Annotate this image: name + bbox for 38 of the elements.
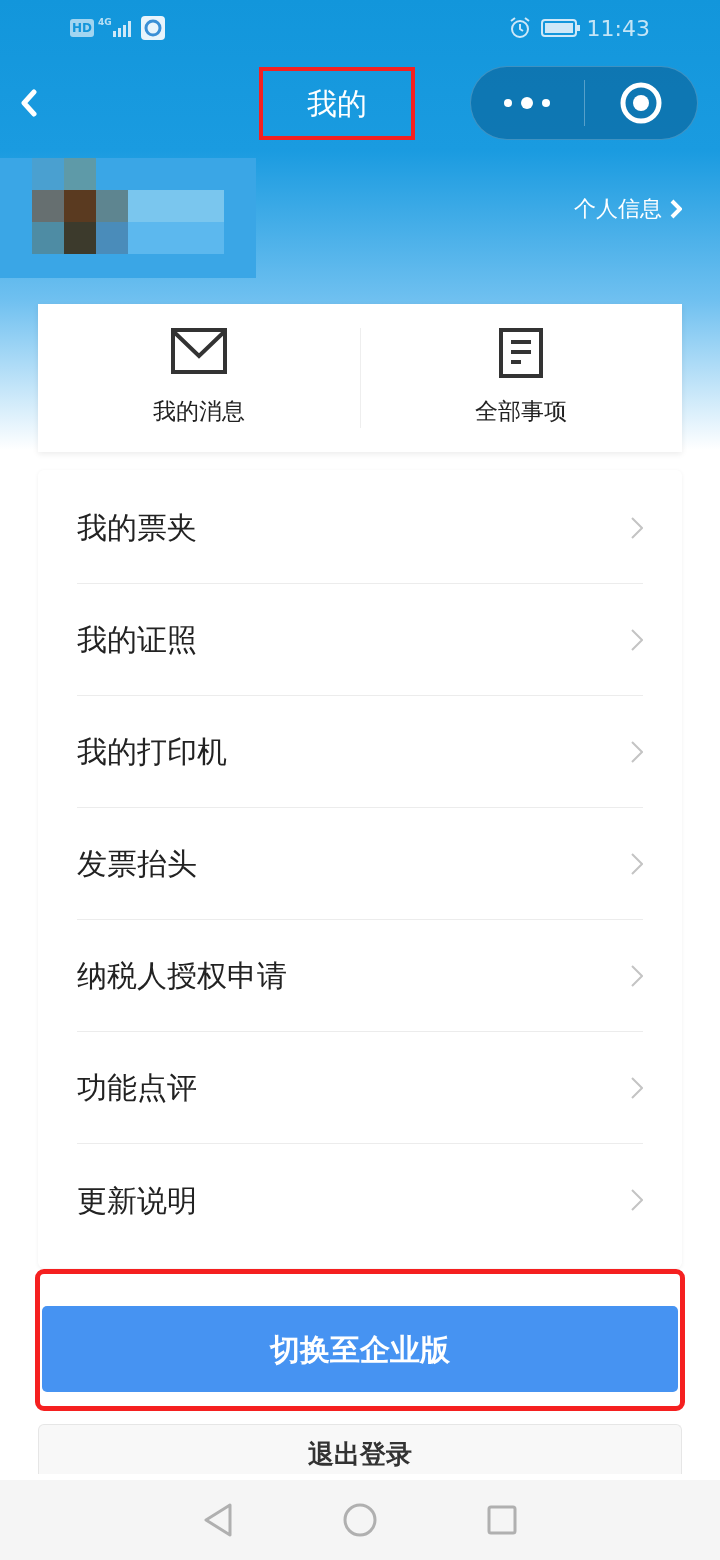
menu-item-label: 发票抬头: [77, 845, 198, 883]
target-icon: [618, 81, 663, 125]
chevron-right-icon: [631, 1076, 643, 1099]
chevron-right-icon: [631, 1189, 643, 1211]
menu-item[interactable]: 功能点评: [77, 1032, 643, 1144]
hd-indicator: HD: [70, 19, 94, 37]
chevron-right-icon: [670, 198, 682, 219]
chevron-right-icon: [631, 740, 643, 763]
menu-item-label: 我的票夹: [77, 509, 198, 547]
chevron-right-icon: [631, 852, 643, 875]
status-time: 11:43: [586, 14, 650, 43]
menu-item[interactable]: 我的票夹: [77, 472, 643, 584]
more-icon: [503, 96, 552, 110]
logout-button[interactable]: 退出登录: [38, 1424, 682, 1474]
alarm-icon: [508, 17, 531, 39]
menu-item-label: 功能点评: [77, 1069, 198, 1107]
network-label: 4G: [98, 16, 112, 30]
menu-item[interactable]: 更新说明: [77, 1144, 643, 1256]
back-nav-icon[interactable]: [203, 1503, 233, 1537]
document-icon: [499, 328, 544, 378]
menu-item[interactable]: 我的打印机: [77, 696, 643, 808]
menu-item-label: 我的打印机: [77, 733, 228, 771]
app-icon: [140, 16, 165, 40]
battery-icon: [540, 18, 581, 38]
chevron-right-icon: [631, 516, 643, 539]
quick-action-button[interactable]: 全部事项: [360, 328, 682, 428]
recents-nav-icon[interactable]: [487, 1505, 517, 1535]
chevron-right-icon: [631, 964, 643, 987]
menu-item[interactable]: 纳税人授权申请: [77, 920, 643, 1032]
envelope-icon: [170, 328, 227, 374]
home-nav-icon[interactable]: [343, 1503, 377, 1537]
menu-item-label: 更新说明: [77, 1181, 198, 1220]
menu-item-label: 纳税人授权申请: [77, 957, 288, 995]
menu-item[interactable]: 发票抬头: [77, 808, 643, 920]
chevron-right-icon: [631, 628, 643, 651]
menu-item[interactable]: 我的证照: [77, 584, 643, 696]
quick-action-button[interactable]: 我的消息: [38, 328, 360, 428]
menu-item-label: 我的证照: [77, 621, 198, 659]
